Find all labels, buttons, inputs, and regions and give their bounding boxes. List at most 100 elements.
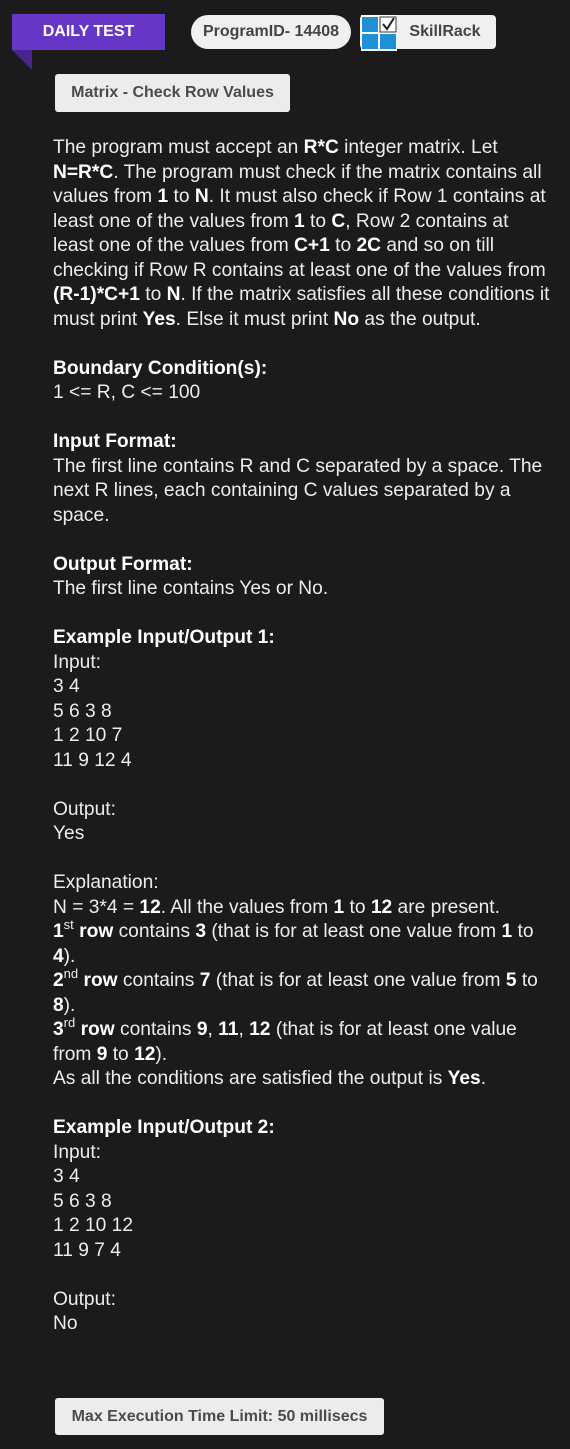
- problem-title: Matrix - Check Row Values: [71, 84, 274, 101]
- ordinal-suffix: rd: [63, 1014, 76, 1030]
- text-run: (that is for at least one value from: [210, 970, 506, 991]
- text-run: contains: [117, 970, 200, 991]
- explanation-line: N = 3*4 = 12. All the values from 1 to 1…: [53, 896, 553, 921]
- input-format-heading: Input Format:: [53, 431, 177, 452]
- program-id-pill: ProgramID- 14408: [191, 15, 351, 49]
- emphasis-text: No: [333, 308, 360, 330]
- program-id-text: ProgramID- 14408: [202, 23, 340, 40]
- time-limit-chip: Max Execution Time Limit: 50 millisecs: [55, 1398, 384, 1435]
- example1-input-line: 3 4: [53, 676, 80, 697]
- example1-output-label: Output:: [53, 798, 116, 820]
- input-format-text: The first line contains R and C separate…: [53, 455, 543, 526]
- emphasis-text: N=R*C: [53, 161, 114, 183]
- text-run: .: [480, 1068, 487, 1089]
- text-run: to: [304, 210, 332, 232]
- example2-input-line: 3 4: [53, 1166, 80, 1187]
- example1-heading: Example Input/Output 1:: [53, 627, 275, 648]
- emphasis-text: 2C: [356, 235, 381, 256]
- example2-input-line: 1 2 10 12: [53, 1215, 134, 1236]
- problem-title-chip: Matrix - Check Row Values: [55, 74, 290, 112]
- emphasis-text: 1: [501, 921, 513, 942]
- explanation-line: As all the conditions are satisfied the …: [53, 1067, 553, 1092]
- boundary-heading: Boundary Condition(s):: [53, 357, 268, 379]
- emphasis-text: C+1: [294, 235, 330, 256]
- text-run: are present.: [392, 896, 500, 918]
- emphasis-text: R*C: [303, 137, 339, 158]
- example2-input-label: Input:: [53, 1141, 102, 1163]
- emphasis-text: 7: [199, 970, 211, 991]
- emphasis-text: 1: [53, 921, 64, 942]
- skillrack-logo-icon[interactable]: [361, 15, 397, 51]
- emphasis-text: 12: [370, 896, 393, 918]
- text-run: to: [512, 921, 534, 942]
- example1-output: Yes: [53, 823, 85, 844]
- example2-input-line: 5 6 3 8: [53, 1190, 112, 1212]
- emphasis-text: N: [194, 186, 209, 207]
- example1-explanation: N = 3*4 = 12. All the values from 1 to 1…: [53, 896, 553, 1092]
- text-run: (that is for at least one value from: [206, 921, 502, 942]
- text-run: contains: [113, 921, 196, 942]
- emphasis-text: 3: [195, 921, 207, 942]
- emphasis-text: Yes: [142, 308, 176, 330]
- emphasis-text: C: [331, 210, 346, 232]
- example2-output: No: [53, 1313, 78, 1334]
- problem-statement: The program must accept an R*C integer m…: [53, 136, 553, 1337]
- emphasis-text: row: [75, 1019, 115, 1040]
- text-run: integer matrix. Let: [338, 137, 498, 158]
- example2-input-line: 11 9 7 4: [53, 1239, 121, 1261]
- emphasis-text: 1: [157, 186, 169, 207]
- emphasis-text: 11: [218, 1019, 239, 1040]
- text-run: to: [344, 896, 371, 918]
- example1-input-line: 11 9 12 4: [53, 749, 132, 771]
- example2-heading: Example Input/Output 2:: [53, 1117, 275, 1138]
- example2-output-label: Output:: [53, 1288, 116, 1310]
- text-run: The program must accept an: [53, 137, 304, 158]
- emphasis-text: 1: [333, 896, 345, 918]
- emphasis-text: 9: [196, 1019, 208, 1040]
- time-limit-text: Max Execution Time Limit: 50 millisecs: [71, 1407, 368, 1425]
- ordinal-suffix: st: [63, 916, 74, 932]
- text-run: N = 3*4 =: [53, 896, 140, 918]
- text-run: ,: [238, 1019, 250, 1040]
- text-run: As all the conditions are satisfied the …: [53, 1068, 448, 1089]
- output-format-heading: Output Format:: [53, 553, 193, 575]
- emphasis-text: 12: [249, 1019, 271, 1040]
- emphasis-text: 3: [53, 1019, 64, 1040]
- text-run: ).: [63, 994, 76, 1016]
- emphasis-text: 9: [96, 1043, 108, 1065]
- example1-input-label: Input:: [53, 651, 102, 673]
- problem-description: The program must accept an R*C integer m…: [53, 136, 553, 332]
- explanation-line: 3rd row contains 9, 11, 12 (that is for …: [53, 1014, 553, 1067]
- text-run: as the output.: [359, 308, 481, 330]
- text-run: . All the values from: [160, 896, 334, 918]
- emphasis-text: N: [166, 284, 181, 305]
- emphasis-text: row: [78, 970, 118, 991]
- emphasis-text: (R-1)*C+1: [53, 284, 140, 305]
- text-run: ,: [207, 1019, 219, 1040]
- emphasis-text: 4: [53, 945, 64, 967]
- emphasis-text: 2: [53, 970, 64, 991]
- daily-test-label: DAILY TEST: [42, 23, 135, 40]
- text-run: to: [168, 186, 195, 207]
- ordinal-suffix: nd: [63, 965, 79, 981]
- emphasis-text: Yes: [447, 1068, 481, 1089]
- text-run: ).: [155, 1043, 168, 1065]
- example1-explanation-label: Explanation:: [53, 872, 159, 893]
- emphasis-text: 5: [505, 970, 517, 991]
- output-format-text: The first line contains Yes or No.: [53, 578, 329, 599]
- text-run: to: [329, 235, 357, 256]
- explanation-line: 1st row contains 3 (that is for at least…: [53, 916, 553, 969]
- text-run: contains: [114, 1019, 197, 1040]
- explanation-line: 2nd row contains 7 (that is for at least…: [53, 965, 553, 1018]
- text-run: ).: [63, 945, 76, 967]
- text-run: to: [139, 284, 167, 305]
- text-run: to: [107, 1043, 135, 1065]
- emphasis-text: 8: [53, 994, 64, 1016]
- badge-fold: [12, 50, 32, 70]
- emphasis-text: row: [73, 921, 114, 942]
- text-run: to: [516, 970, 538, 991]
- boundary-text: 1 <= R, C <= 100: [53, 382, 201, 403]
- emphasis-text: 12: [134, 1043, 156, 1065]
- daily-test-badge: DAILY TEST: [12, 14, 165, 50]
- text-run: . Else it must print: [175, 308, 334, 330]
